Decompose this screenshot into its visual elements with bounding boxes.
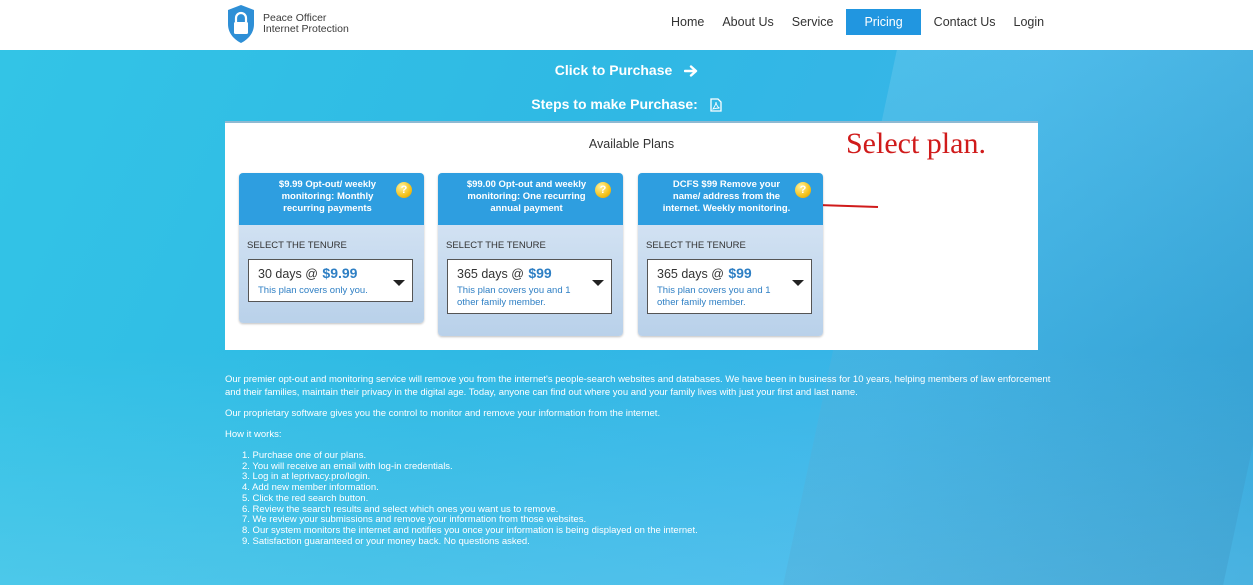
select-plan-annotation: Select plan. [846,127,986,160]
plan-card-monthly[interactable]: $9.99 Opt-out/ weekly monitoring: Monthl… [239,173,424,323]
caret-down-icon [592,280,604,286]
caret-down-icon [393,280,405,286]
click-to-purchase-link[interactable]: Click to Purchase [0,62,1253,78]
site-header: Peace Officer Internet Protection Home A… [0,0,1253,50]
tenure-days: 365 days @ [457,267,524,281]
software-paragraph: Our proprietary software gives you the c… [225,408,661,419]
tenure-label: SELECT THE TENURE [646,240,746,251]
click-to-purchase-label: Click to Purchase [554,62,673,78]
caret-down-icon [792,280,804,286]
nav-about-us[interactable]: About Us [713,9,782,35]
plan-header: $9.99 Opt-out/ weekly monitoring: Monthl… [239,173,424,225]
tenure-select[interactable]: 30 days @ $9.99 This plan covers only yo… [248,259,413,302]
plan-card-annual[interactable]: $99.00 Opt-out and weekly monitoring: On… [438,173,623,336]
tenure-label: SELECT THE TENURE [446,240,546,251]
nav-pricing[interactable]: Pricing [846,9,921,35]
nav-home[interactable]: Home [662,9,713,35]
shield-lock-icon [228,5,254,43]
plan-coverage: This plan covers only you. [258,285,368,296]
nav-login[interactable]: Login [1005,9,1054,35]
steps-to-purchase-label: Steps to make Purchase: [531,96,698,112]
how-it-works-list: 1. Purchase one of our plans. 2. You wil… [225,450,698,547]
plan-coverage: This plan covers you and 1 other family … [657,285,771,308]
main-nav: Home About Us Service Pricing Contact Us… [662,9,1053,35]
how-it-works-heading: How it works: [225,429,282,440]
pdf-file-icon [710,98,722,112]
tenure-price: $99 [728,265,752,281]
nav-contact-us[interactable]: Contact Us [925,9,1005,35]
hero-section: Click to Purchase Steps to make Purchase… [0,50,1253,585]
tenure-select[interactable]: 365 days @ $99 This plan covers you and … [447,259,612,314]
plan-coverage: This plan covers you and 1 other family … [457,285,571,308]
plan-header: DCFS $99 Remove your name/ address from … [638,173,823,225]
tenure-price: $9.99 [322,265,358,281]
tenure-label: SELECT THE TENURE [247,240,347,251]
service-description: Our premier opt-out and monitoring servi… [225,373,1055,449]
arrow-right-icon [684,65,698,77]
tenure-days: 365 days @ [657,267,724,281]
help-icon[interactable]: ? [595,182,611,198]
nav-service[interactable]: Service [783,9,843,35]
help-icon[interactable]: ? [795,182,811,198]
tenure-price: $99 [528,265,552,281]
steps-to-purchase-link[interactable]: Steps to make Purchase: [0,96,1253,112]
tenure-select[interactable]: 365 days @ $99 This plan covers you and … [647,259,812,314]
logo-line-2: Internet Protection [263,23,349,35]
site-logo[interactable]: Peace Officer Internet Protection [225,4,349,44]
tenure-days: 30 days @ [258,267,318,281]
list-item: 9. Satisfaction guaranteed or your money… [242,535,530,547]
available-plans-panel: Available Plans Select plan. $9.99 Opt-o… [225,121,1038,350]
help-icon[interactable]: ? [396,182,412,198]
intro-paragraph: Our premier opt-out and monitoring servi… [225,374,1051,398]
logo-wordmark: Peace Officer Internet Protection [263,13,349,35]
list-item: 5. Click the red search button. [242,492,369,504]
plan-card-dcfs[interactable]: DCFS $99 Remove your name/ address from … [638,173,823,336]
plan-header: $99.00 Opt-out and weekly monitoring: On… [438,173,623,225]
